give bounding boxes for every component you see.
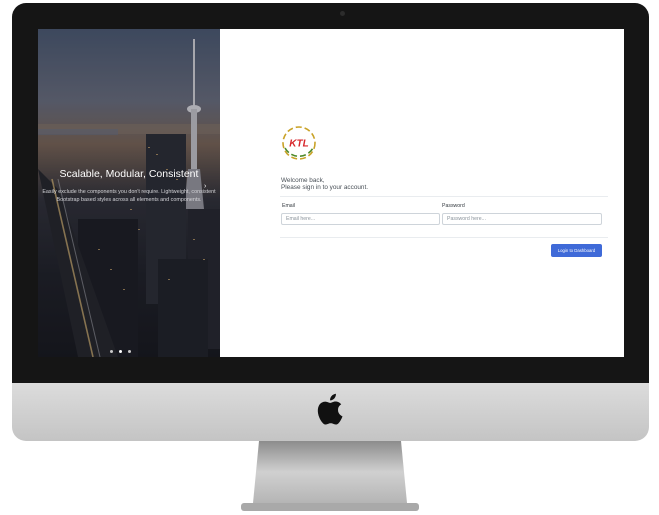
imac-stand <box>241 441 419 511</box>
hero-description: Easily exclude the components you don't … <box>42 189 216 203</box>
login-panel: KTL Welcome back, Please sign in to your… <box>220 29 624 357</box>
welcome-line-2: Please sign in to your account. <box>281 184 369 192</box>
password-label: Password <box>442 203 465 209</box>
screen: Scalable, Modular, Consistent Easily exc… <box>38 29 624 357</box>
login-button[interactable]: Login to Dashboard <box>551 244 602 257</box>
camera-icon <box>340 11 345 16</box>
carousel-indicators <box>100 350 140 353</box>
email-label: Email <box>282 203 295 209</box>
email-input[interactable] <box>281 213 440 225</box>
carousel-dot-active[interactable] <box>118 350 122 353</box>
carousel-dot[interactable] <box>109 350 113 353</box>
carousel-dot[interactable] <box>127 350 131 353</box>
divider <box>280 196 608 197</box>
divider <box>280 237 608 238</box>
apple-logo-icon <box>317 393 343 425</box>
welcome-message: Welcome back, Please sign in to your acc… <box>281 177 368 192</box>
password-input[interactable] <box>442 213 602 225</box>
hero-carousel: Scalable, Modular, Consistent Easily exc… <box>38 29 220 357</box>
ktl-logo: KTL <box>282 126 316 160</box>
chevron-right-icon[interactable]: › <box>204 183 206 190</box>
welcome-line-1: Welcome back, <box>281 177 325 184</box>
hero-title: Scalable, Modular, Consistent <box>59 168 199 180</box>
svg-text:KTL: KTL <box>289 139 308 150</box>
